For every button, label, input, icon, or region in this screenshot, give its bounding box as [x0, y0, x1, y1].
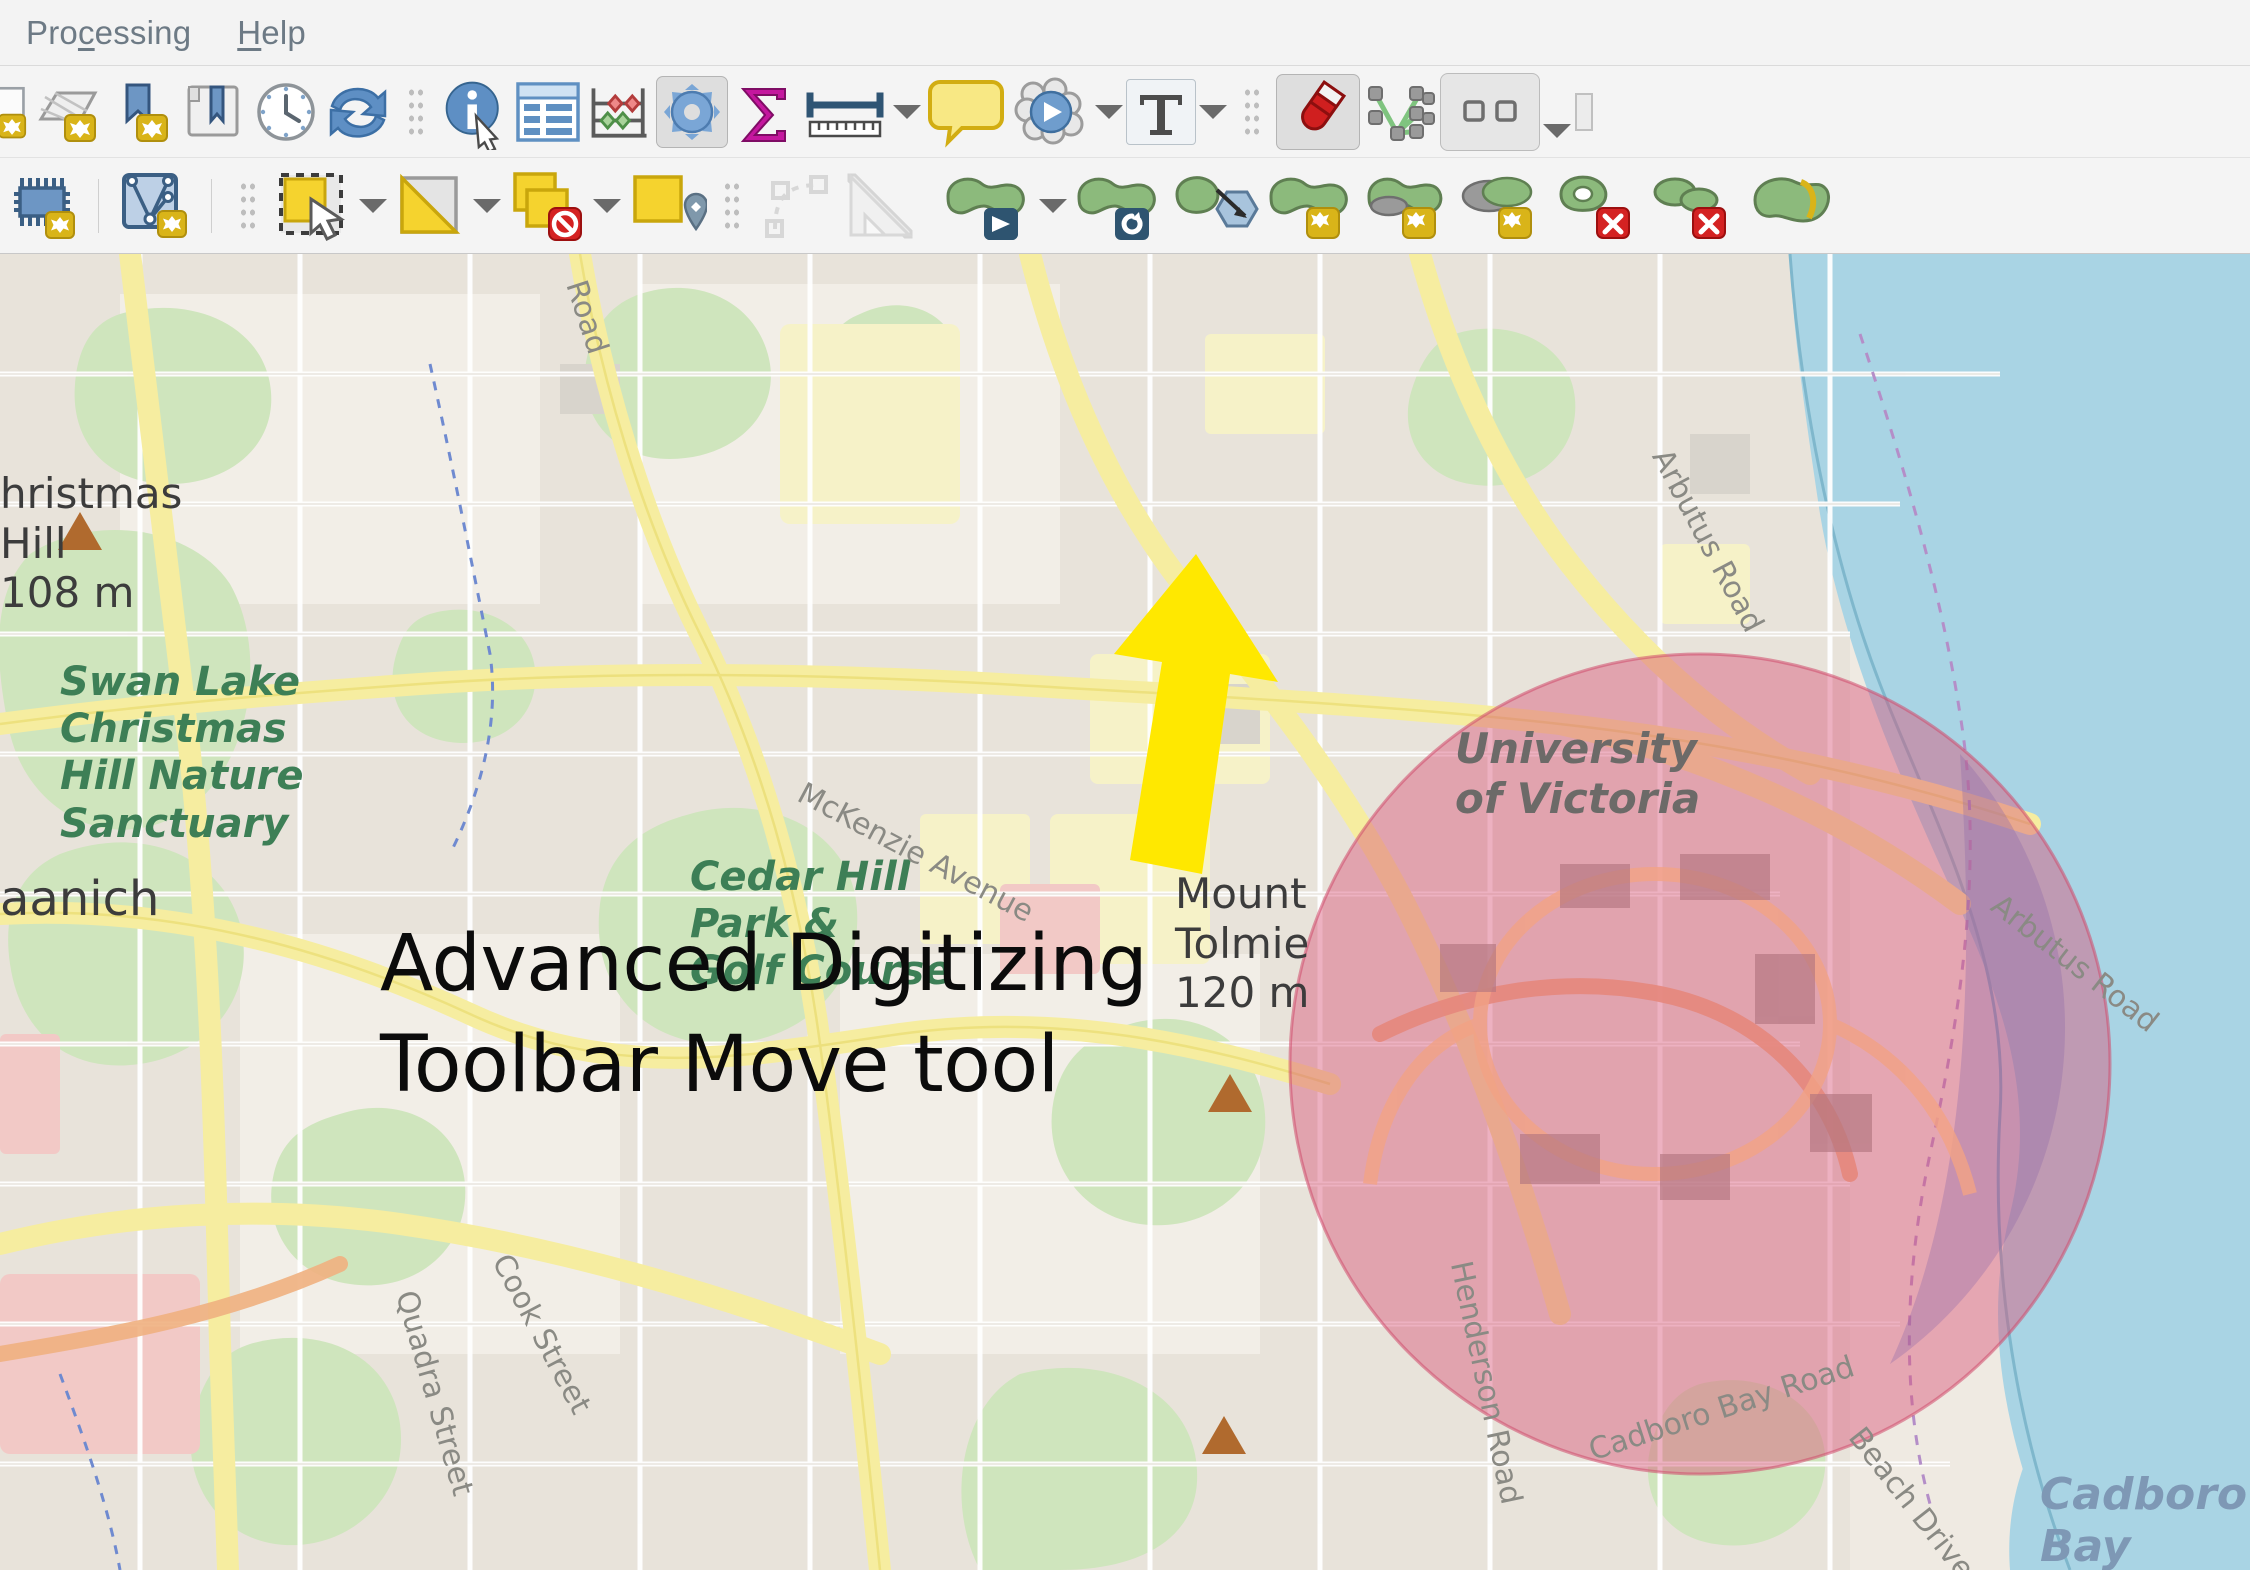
map-label-university-of-victoria: University of Victoria [1455, 724, 1701, 823]
menu-help[interactable]: Help [237, 14, 306, 52]
measure-line-icon[interactable] [800, 76, 890, 148]
split-parts-icon[interactable] [1358, 170, 1454, 242]
move-feature-icon[interactable] [938, 170, 1036, 242]
identify-features-icon[interactable] [440, 76, 512, 150]
topology-checker-icon[interactable] [1360, 76, 1440, 148]
qgis-window: Processing Help hristmas Hill 108 m Swan… [0, 0, 2250, 1570]
temporal-controller-icon[interactable] [250, 76, 322, 148]
overflow-icon[interactable] [1574, 76, 1594, 148]
vertex-editor-icon[interactable] [1440, 72, 1540, 151]
rotate-feature-icon[interactable] [1070, 170, 1166, 242]
text-annotation-icon[interactable] [1126, 78, 1196, 145]
chevron-down-icon[interactable] [1036, 170, 1070, 242]
toolbar-separator [238, 177, 260, 234]
toolbar-separator [211, 178, 212, 233]
select-value-icon[interactable] [624, 170, 710, 242]
field-calculator-icon[interactable] [584, 76, 656, 148]
save-project-icon[interactable] [106, 76, 178, 148]
chevron-down-icon[interactable] [470, 170, 504, 242]
attributes-toolbar [0, 66, 2250, 158]
toolbar-separator [406, 83, 428, 140]
raster-calculator-icon[interactable] [4, 170, 84, 242]
toolbar-separator [722, 177, 744, 234]
snapping-magnet-icon[interactable] [1276, 73, 1360, 150]
chevron-down-icon[interactable] [1092, 76, 1126, 148]
network-analysis-icon[interactable] [113, 170, 197, 242]
chevron-down-icon[interactable] [1196, 76, 1230, 148]
toolbar-separator [98, 178, 99, 233]
processing-toolbox-icon[interactable] [656, 75, 728, 148]
yellow-arrow-pointer [1114, 554, 1278, 874]
shape-digitizing-icon [836, 170, 922, 242]
toolbar-separator [1242, 83, 1264, 140]
merge-features-icon[interactable] [1454, 170, 1550, 242]
menu-bar: Processing Help [0, 0, 2250, 66]
scale-feature-icon[interactable] [1166, 170, 1262, 242]
menu-processing[interactable]: Processing [26, 14, 191, 52]
new-project-icon[interactable] [0, 76, 34, 148]
run-feature-action-icon[interactable] [1008, 76, 1092, 148]
map-canvas[interactable]: hristmas Hill 108 m Swan Lake Christmas H… [0, 254, 2250, 1570]
annotation-callout-text: Advanced Digitizing Toolbar Move tool [380, 919, 1148, 1111]
chevron-down-icon[interactable] [1540, 76, 1574, 148]
map-tips-icon[interactable] [924, 76, 1008, 148]
chevron-down-icon[interactable] [356, 170, 390, 242]
invert-selection-icon[interactable] [390, 170, 470, 242]
statistical-summary-icon[interactable] [728, 76, 800, 148]
save-project-as-icon[interactable] [178, 76, 250, 148]
split-features-icon[interactable] [1262, 170, 1358, 242]
open-project-icon[interactable] [34, 76, 106, 148]
delete-part-icon[interactable] [1646, 170, 1742, 242]
map-label-swan-lake: Swan Lake Christmas Hill Nature Sanctuar… [60, 659, 304, 847]
reshape-features-icon[interactable] [1742, 170, 1838, 242]
deselect-features-icon[interactable] [504, 170, 590, 242]
map-label-saanich: aanich [0, 871, 160, 927]
chevron-down-icon[interactable] [890, 76, 924, 148]
add-circular-string-icon [756, 170, 836, 242]
delete-ring-icon[interactable] [1550, 170, 1646, 242]
refresh-icon[interactable] [322, 76, 394, 148]
map-label-christmas-hill: hristmas Hill 108 m [0, 469, 183, 618]
chevron-down-icon[interactable] [590, 170, 624, 242]
select-features-icon[interactable] [272, 170, 356, 242]
digitizing-toolbar [0, 158, 2250, 254]
map-label-cadboro-bay: Cadboro Bay [2040, 1469, 2248, 1570]
attribute-table-icon[interactable] [512, 76, 584, 148]
